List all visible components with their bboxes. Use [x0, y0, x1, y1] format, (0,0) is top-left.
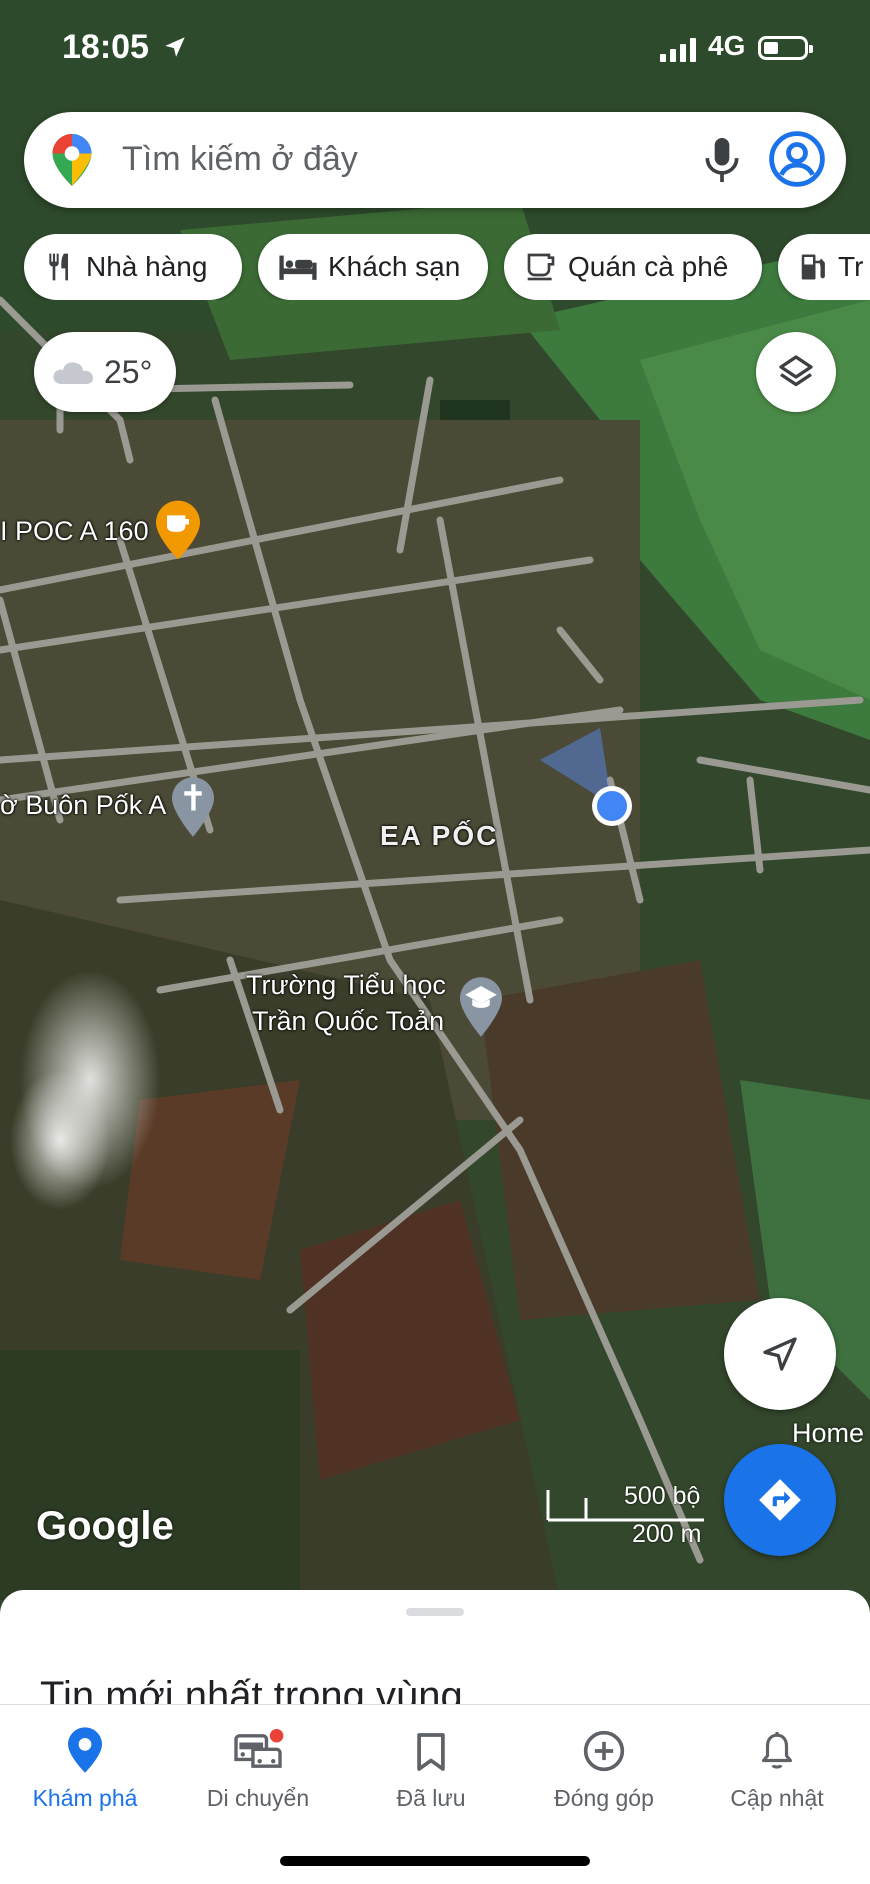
- status-time: 18:05: [62, 28, 149, 66]
- nav-label: Khám phá: [32, 1785, 138, 1811]
- network-type: 4G: [708, 30, 746, 61]
- directions-icon: [759, 1479, 801, 1521]
- nav-label: Đóng góp: [554, 1785, 654, 1811]
- sheet-drag-handle[interactable]: [406, 1608, 464, 1616]
- chip-hotels[interactable]: Khách sạn: [258, 234, 488, 300]
- explore-pin-icon: [68, 1727, 102, 1773]
- nav-commute[interactable]: Di chuyển: [183, 1723, 333, 1812]
- microphone-icon[interactable]: [700, 134, 744, 186]
- nav-label: Cập nhật: [730, 1785, 824, 1811]
- cafe-pin-icon[interactable]: [156, 500, 200, 560]
- nav-label: Đã lưu: [396, 1785, 466, 1811]
- map-label-area: EA PỐC: [380, 820, 499, 851]
- weather-chip[interactable]: 25°: [34, 332, 176, 412]
- map-label-church[interactable]: ờ Buôn Pốk A: [0, 790, 166, 821]
- directions-button[interactable]: [724, 1444, 836, 1556]
- recenter-button[interactable]: [724, 1298, 836, 1410]
- signal-icon: [660, 38, 696, 62]
- nav-explore[interactable]: Khám phá: [10, 1723, 160, 1812]
- search-input[interactable]: Tìm kiếm ở đây: [122, 140, 358, 179]
- weather-temperature: 25°: [104, 353, 153, 390]
- scale-metric: 200 m: [632, 1520, 702, 1548]
- scale-imperial: 500 bộ: [624, 1482, 701, 1510]
- chip-cafes[interactable]: Quán cà phê: [504, 234, 762, 300]
- nav-contribute[interactable]: Đóng góp: [529, 1723, 679, 1812]
- chip-label: Quán cà phê: [568, 251, 729, 282]
- navigation-arrow-icon: [763, 1337, 797, 1371]
- nav-label: Di chuyển: [206, 1785, 310, 1811]
- notification-dot: [269, 1729, 284, 1743]
- map-label-cafe[interactable]: I POC A 160: [0, 516, 149, 547]
- church-pin-icon[interactable]: [172, 776, 214, 838]
- chip-label: Nhà hàng: [86, 251, 208, 282]
- map-label-school-line2[interactable]: Trần Quốc Toản: [252, 1006, 444, 1037]
- location-arrow-icon: [165, 37, 185, 57]
- map-label-home[interactable]: Home: [792, 1418, 864, 1449]
- layers-button[interactable]: [756, 332, 836, 412]
- chip-gas[interactable]: Tr: [778, 234, 870, 300]
- bell-icon: [761, 1732, 793, 1769]
- nav-saved[interactable]: Đã lưu: [356, 1723, 506, 1812]
- chip-label: Khách sạn: [328, 251, 461, 282]
- google-attribution: Google: [36, 1504, 174, 1548]
- category-chips: Nhà hàng Khách sạn Quán cà phê Tr: [0, 234, 870, 300]
- search-bar[interactable]: Tìm kiếm ở đây: [24, 112, 846, 208]
- nav-updates[interactable]: Cập nhật: [702, 1723, 852, 1812]
- battery-icon: [758, 36, 813, 60]
- account-icon[interactable]: [768, 130, 826, 188]
- add-circle-icon: [583, 1730, 625, 1772]
- home-indicator[interactable]: [280, 1856, 590, 1866]
- my-location-dot-icon[interactable]: [590, 784, 634, 828]
- hotel-icon: [279, 255, 317, 280]
- school-pin-icon[interactable]: [460, 976, 502, 1038]
- layers-icon: [779, 355, 813, 387]
- google-maps-logo-icon: [52, 134, 92, 186]
- chip-restaurants[interactable]: Nhà hàng: [24, 234, 242, 300]
- restaurant-icon: [49, 253, 68, 281]
- chip-label: Tr: [838, 251, 864, 282]
- coffee-icon: [527, 253, 555, 281]
- gas-station-icon: [801, 254, 825, 280]
- status-bar: 18:05 4G: [0, 0, 870, 100]
- map-label-school-line1[interactable]: Trường Tiểu học: [246, 970, 446, 1001]
- commute-icon: [234, 1729, 284, 1768]
- bookmark-icon: [417, 1733, 445, 1771]
- cloud-icon: [53, 362, 93, 384]
- bottom-sheet[interactable]: Tin mới nhất trong vùng: [0, 1590, 870, 1710]
